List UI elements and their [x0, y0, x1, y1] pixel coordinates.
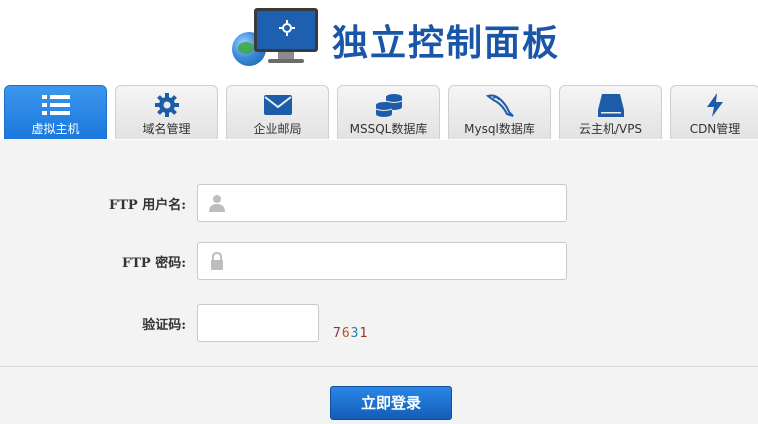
divider: [0, 366, 758, 367]
lightning-icon: [671, 92, 758, 118]
tab-domain[interactable]: 域名管理: [115, 85, 218, 139]
tab-label: Mysql数据库: [464, 122, 535, 136]
password-field[interactable]: [197, 242, 567, 280]
server-icon: [560, 92, 661, 118]
username-label: FTP 用户名:: [108, 198, 186, 213]
dolphin-icon: [449, 92, 550, 118]
tab-mysql[interactable]: Mysql数据库: [448, 85, 551, 139]
tab-cloud-vps[interactable]: 云主机/VPS: [559, 85, 662, 139]
captcha-digit: 6: [341, 326, 351, 341]
tab-cdn[interactable]: CDN管理: [670, 85, 758, 139]
tab-enterprise-mail[interactable]: 企业邮局: [226, 85, 329, 139]
logo: 独立控制面板: [232, 6, 558, 68]
monitor-icon: [254, 8, 318, 52]
captcha-image[interactable]: 7631: [333, 326, 368, 341]
tab-label: 云主机/VPS: [578, 122, 643, 136]
login-button[interactable]: 立即登录: [330, 386, 452, 420]
captcha-field[interactable]: [197, 304, 319, 342]
nav-tabs: 虚拟主机 域名管理 企业邮局 MSSQL数据库 Mysql数据库 云主机/VPS…: [0, 85, 758, 140]
username-field[interactable]: [197, 184, 567, 222]
login-form: FTP 用户名: FTP 密码: 验证码: 7631 立即登录: [0, 140, 758, 424]
page-title: 独立控制面板: [332, 23, 561, 64]
lock-icon: [211, 252, 223, 270]
captcha-label: 验证码:: [142, 318, 186, 333]
captcha-digit: 7: [333, 326, 342, 341]
database-icon: [338, 92, 439, 118]
tab-label: CDN管理: [689, 122, 741, 136]
tab-label: 虚拟主机: [31, 122, 80, 136]
list-icon: [5, 92, 106, 118]
tab-virtual-host[interactable]: 虚拟主机: [4, 85, 107, 139]
password-label: FTP 密码:: [121, 256, 186, 271]
tab-label: 企业邮局: [253, 122, 302, 136]
mail-icon: [227, 92, 328, 118]
monitor-base: [268, 59, 304, 63]
tab-label: 域名管理: [142, 122, 191, 136]
gear-icon: [116, 92, 217, 118]
user-icon: [209, 195, 225, 212]
tab-label: MSSQL数据库: [349, 122, 428, 136]
captcha-digit: 1: [359, 326, 369, 341]
tab-mssql[interactable]: MSSQL数据库: [337, 85, 440, 139]
header-area: 独立控制面板 虚拟主机 域名管理 企业邮局 MSSQL数据库 Mysql数据库 …: [0, 0, 758, 140]
gear-icon: [279, 20, 295, 36]
